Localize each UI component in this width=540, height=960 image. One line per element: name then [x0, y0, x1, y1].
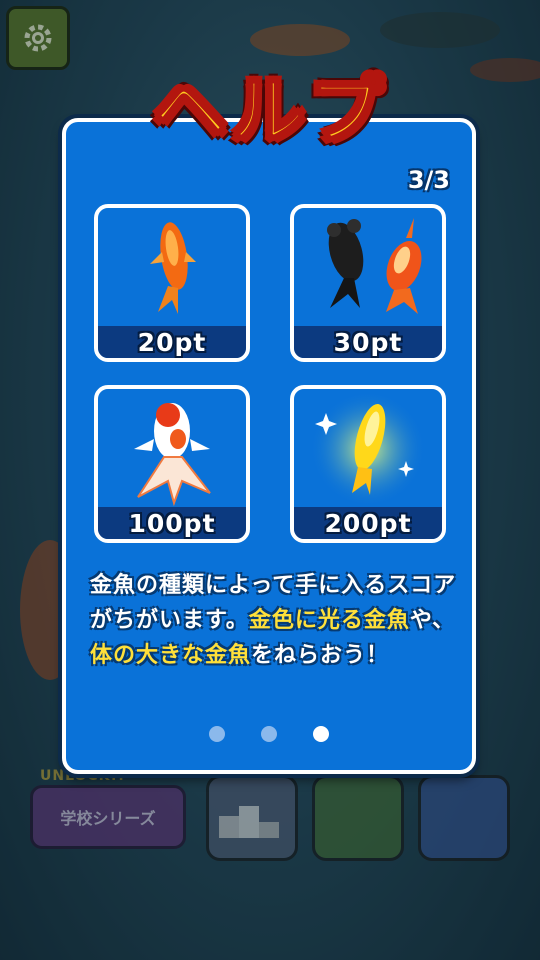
fish-card-black-red: 30pt: [290, 204, 446, 362]
pagination-dots: [66, 726, 472, 742]
help-description: 金魚の種類によって手に入るスコアがちがいます。金色に光る金魚や、体の大きな金魚を…: [90, 568, 460, 673]
red-goldfish-icon: [150, 222, 196, 314]
points-label: 20pt: [98, 326, 246, 358]
description-text: や、: [409, 608, 456, 633]
points-label: 200pt: [294, 507, 442, 539]
page-indicator: 3/3: [407, 166, 450, 194]
description-highlight-golden: 金色に光る金魚: [248, 608, 410, 633]
fish-card-fancy: 100pt: [94, 385, 250, 543]
page-dot-2[interactable]: [261, 726, 277, 742]
fish-card-red: 20pt: [94, 204, 250, 362]
help-panel: 3/3 20pt 30pt 100pt 200pt 金魚の種類によって手に入るス…: [62, 118, 476, 774]
points-label: 30pt: [294, 326, 442, 358]
page-dot-3-active[interactable]: [313, 726, 329, 742]
fish-card-golden: 200pt: [290, 385, 446, 543]
help-title-wrap: ヘルプ: [0, 70, 540, 152]
fancy-red-white-goldfish-icon: [134, 403, 211, 507]
golden-goldfish-icon: [310, 391, 426, 507]
black-and-red-goldfish-icon: [327, 218, 422, 314]
page-dot-1[interactable]: [209, 726, 225, 742]
description-text: をねらおう！: [251, 643, 390, 668]
page-title: ヘルプ: [152, 68, 387, 154]
points-label: 100pt: [98, 507, 246, 539]
description-highlight-big: 体の大きな金魚: [90, 643, 252, 668]
